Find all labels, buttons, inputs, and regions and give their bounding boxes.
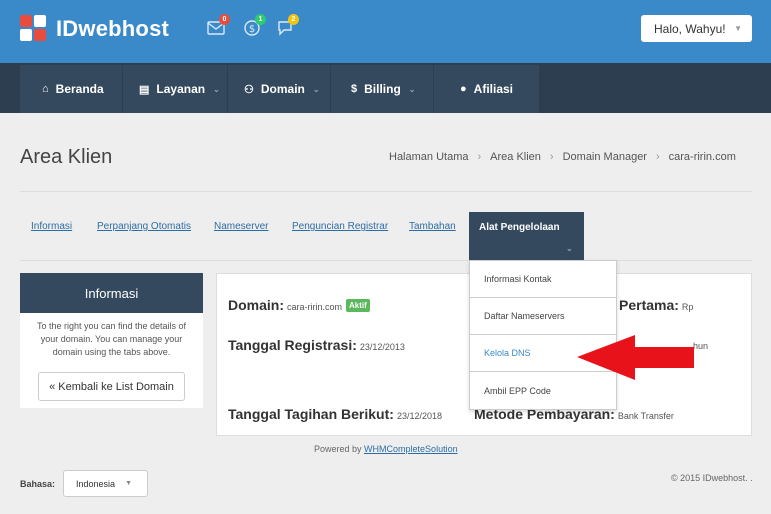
tab-informasi[interactable]: Informasi xyxy=(31,221,72,232)
next-due-date-value: 23/12/2018 xyxy=(396,411,442,421)
domain-field: Domain: cara-ririn.com Aktif xyxy=(228,297,370,313)
list-icon: ▤ xyxy=(139,83,150,96)
chevron-down-icon: ⌄ xyxy=(213,84,220,94)
svg-text:$: $ xyxy=(249,24,255,35)
status-badge: Aktif xyxy=(346,299,370,312)
registration-date-label: Tanggal Registrasi: xyxy=(228,337,357,353)
back-to-domain-list-button[interactable]: « Kembali ke List Domain xyxy=(38,372,185,401)
binoculars-icon: ⚇ xyxy=(244,83,254,96)
powered-by-prefix: Powered by xyxy=(314,444,362,454)
language-label: Bahasa: xyxy=(20,479,56,489)
chevron-down-icon: ▼ xyxy=(734,24,742,33)
breadcrumb-link-home[interactable]: Halaman Utama xyxy=(389,151,468,163)
breadcrumb-separator: › xyxy=(477,151,482,163)
nav-item-afiliasi[interactable]: ● Afiliasi xyxy=(434,65,540,113)
breadcrumb-current: cara-ririn.com xyxy=(668,151,736,163)
domain-value: cara-ririn.com xyxy=(287,302,343,312)
first-payment-field: Pertama: Rp xyxy=(619,297,693,313)
nav-spacer-right xyxy=(540,65,771,113)
dollar-icon: $ xyxy=(351,83,358,95)
tab-tambahan[interactable]: Tambahan xyxy=(409,221,456,232)
nav-label: Layanan xyxy=(156,82,206,96)
tickets-notification[interactable]: 2 xyxy=(276,14,299,40)
breadcrumb-separator: › xyxy=(549,151,554,163)
user-menu-button[interactable]: Halo, Wahyu! ▼ xyxy=(641,15,752,42)
menu-item-informasi-kontak[interactable]: Informasi Kontak xyxy=(470,261,616,298)
whmcs-link[interactable]: WHMCompleteSolution xyxy=(364,444,458,454)
nav-item-domain[interactable]: ⚇ Domain ⌄ xyxy=(228,65,331,113)
first-payment-value: Rp xyxy=(681,302,694,312)
brand-name: IDwebhost xyxy=(56,16,170,41)
registration-date-value: 23/12/2013 xyxy=(359,342,405,352)
nav-label: Billing xyxy=(364,82,401,96)
copyright: © 2015 IDwebhost. . xyxy=(671,473,753,483)
first-payment-label: Pertama: xyxy=(619,297,679,313)
red-arrow-annotation xyxy=(577,335,694,380)
domain-label: Domain: xyxy=(228,297,284,313)
breadcrumb-link-client-area[interactable]: Area Klien xyxy=(490,151,541,163)
language-value: Indonesia xyxy=(76,478,116,489)
invoices-notification[interactable]: $ 1 xyxy=(243,14,266,40)
registration-date-field: Tanggal Registrasi: 23/12/2013 xyxy=(228,337,405,353)
messages-notification[interactable]: 0 xyxy=(207,14,230,40)
menu-item-daftar-nameservers[interactable]: Daftar Nameservers xyxy=(470,298,616,335)
tickets-count-badge: 2 xyxy=(288,14,299,25)
chevron-down-icon: ▼ xyxy=(125,480,132,487)
logo-icon xyxy=(20,15,48,43)
messages-count-badge: 0 xyxy=(219,14,230,25)
divider xyxy=(20,191,752,192)
breadcrumb-separator: › xyxy=(655,151,660,163)
breadcrumb: Halaman Utama › Area Klien › Domain Mana… xyxy=(389,151,736,163)
tab-alat-pengelolaan[interactable]: Alat Pengelolaan ⌄ xyxy=(469,212,584,260)
chevron-down-icon: ⌄ xyxy=(566,244,573,253)
partial-value: hun xyxy=(693,341,709,351)
top-header: IDwebhost 0 $ 1 2 Halo, Wahyu! ▼ xyxy=(0,0,771,63)
powered-by: Powered by WHMCompleteSolution xyxy=(314,444,458,454)
chevron-down-icon: ⌄ xyxy=(312,84,320,94)
nav-item-billing[interactable]: $ Billing ⌄ xyxy=(331,65,434,113)
home-icon: ⌂ xyxy=(42,83,49,95)
user-icon: ● xyxy=(460,83,467,95)
main-nav: ⌂ Beranda ▤ Layanan ⌄ ⚇ Domain ⌄ $ Billi… xyxy=(0,63,771,113)
nav-item-layanan[interactable]: ▤ Layanan ⌄ xyxy=(123,65,228,113)
tab-perpanjang-otomatis[interactable]: Perpanjang Otomatis xyxy=(97,221,191,232)
nav-item-beranda[interactable]: ⌂ Beranda xyxy=(20,65,123,113)
page-title: Area Klien xyxy=(20,146,113,168)
sidebar-title: Informasi xyxy=(84,285,139,301)
sidebar-header: Informasi xyxy=(20,273,203,313)
next-due-date-label: Tanggal Tagihan Berikut: xyxy=(228,406,394,422)
tab-label: Alat Pengelolaan xyxy=(479,222,560,233)
invoices-count-badge: 1 xyxy=(255,14,266,25)
sidebar-panel: To the right you can find the details of… xyxy=(20,313,203,408)
nav-spacer-left xyxy=(0,65,20,113)
breadcrumb-link-domain-manager[interactable]: Domain Manager xyxy=(563,151,647,163)
sidebar-description: To the right you can find the details of… xyxy=(36,321,187,357)
divider xyxy=(20,260,752,261)
chevron-down-icon: ⌄ xyxy=(408,84,416,94)
nav-label: Beranda xyxy=(55,82,104,96)
next-due-date-field: Tanggal Tagihan Berikut: 23/12/2018 xyxy=(228,406,442,422)
user-greeting: Halo, Wahyu! xyxy=(654,21,726,36)
language-select[interactable]: Indonesia ▼ xyxy=(63,470,148,497)
nav-label: Afiliasi xyxy=(473,82,514,96)
payment-method-value: Bank Transfer xyxy=(617,411,674,421)
tab-penguncian-registrar[interactable]: Penguncian Registrar xyxy=(292,221,388,232)
nav-label: Domain xyxy=(260,82,305,96)
tab-nameserver[interactable]: Nameserver xyxy=(214,221,268,232)
brand-logo[interactable]: IDwebhost xyxy=(20,15,169,43)
